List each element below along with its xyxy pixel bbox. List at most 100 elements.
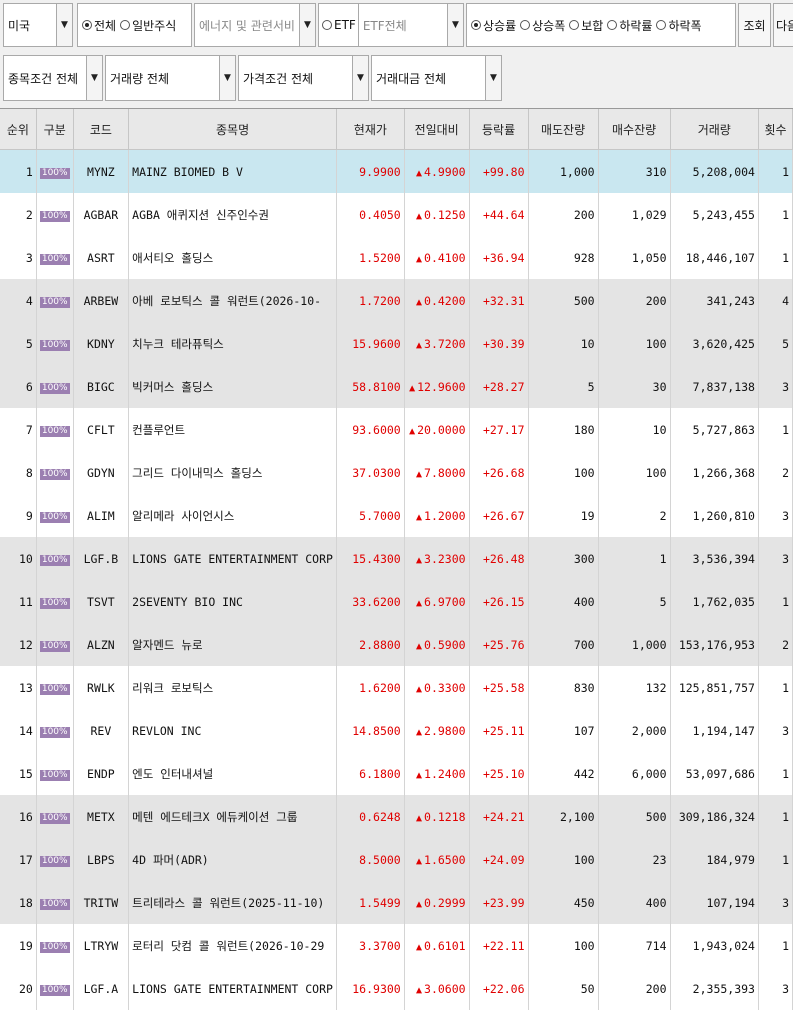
- condition-select[interactable]: 종목조건 전체 ▼: [3, 55, 103, 101]
- name-cell: 치누크 테라퓨틱스: [128, 322, 337, 365]
- bid-cell: 6,000: [598, 752, 671, 795]
- sector-select-placeholder: 에너지 및 관련서비: [199, 18, 295, 33]
- rank-cell: 1: [0, 149, 37, 193]
- market-select[interactable]: 미국 ▼: [3, 3, 73, 47]
- code-cell: TRITW: [73, 881, 130, 924]
- table-row[interactable]: 1 100% MYNZ MAINZ BIOMED B V 9.9900 ▲ 4.9900 +9…: [0, 149, 793, 193]
- col-header-ask[interactable]: 매도잔량: [528, 109, 599, 150]
- table-row[interactable]: 20 100% LGF.A LIONS GATE ENTERTAINMENT CORP…: [0, 967, 793, 1010]
- type-cell: 100%: [36, 838, 74, 881]
- ask-cell: 700: [528, 623, 599, 666]
- radio-sort-rise-rate[interactable]: 상승률: [471, 17, 516, 34]
- type-cell: 100%: [36, 322, 74, 365]
- col-header-bid[interactable]: 매수잔량: [598, 109, 671, 150]
- col-header-volume[interactable]: 거래량: [670, 109, 759, 150]
- etf-select[interactable]: ETF전체 ▼: [357, 4, 463, 46]
- table-row[interactable]: 2 100% AGBAR AGBA 애퀴지션 신주인수권 0.4050 ▲ 0.1250 +4…: [0, 193, 793, 236]
- ask-cell: 500: [528, 279, 599, 322]
- price-select[interactable]: 가격조건 전체 ▼: [238, 55, 369, 101]
- query-button[interactable]: 조회: [738, 3, 771, 47]
- type-cell: 100%: [36, 795, 74, 838]
- radio-sort-fall-rate[interactable]: 하락률: [607, 17, 652, 34]
- type-cell: 100%: [36, 149, 74, 193]
- code-cell: ALIM: [73, 494, 130, 537]
- change-value: 1.2000: [424, 508, 466, 523]
- table-row[interactable]: 13 100% RWLK 리워크 로보틱스 1.6200 ▲ 0.3300 +25.58 830…: [0, 666, 793, 709]
- type-cell: 100%: [36, 537, 74, 580]
- table-row[interactable]: 5 100% KDNY 치누크 테라퓨틱스 15.9600 ▲ 3.7200 +30.39 10…: [0, 322, 793, 365]
- rank-cell: 10: [0, 537, 37, 580]
- chevron-down-icon[interactable]: ▼: [447, 4, 463, 46]
- price-cell: 15.9600: [336, 322, 405, 365]
- chevron-down-icon[interactable]: ▼: [299, 4, 315, 46]
- ask-cell: 107: [528, 709, 599, 752]
- table-row[interactable]: 19 100% LTRYW 로터리 닷컴 콜 워런트(2026-10-29 3.3700…: [0, 924, 793, 967]
- col-header-price[interactable]: 현재가: [336, 109, 405, 150]
- col-header-count[interactable]: 횟수: [758, 109, 793, 150]
- table-row[interactable]: 11 100% TSVT 2SEVENTY BIO INC 33.6200 ▲ 6.9700…: [0, 580, 793, 623]
- table-row[interactable]: 6 100% BIGC 빅커머스 홀딩스 58.8100 ▲ 12.9600 +28.27 5 3…: [0, 365, 793, 408]
- radio-label: 보합: [581, 18, 604, 33]
- chevron-down-icon[interactable]: ▼: [86, 56, 102, 100]
- bid-cell: 100: [598, 451, 671, 494]
- margin-badge: 100%: [39, 641, 70, 652]
- col-header-type[interactable]: 구분: [36, 109, 74, 150]
- radio-etf[interactable]: ETF: [319, 18, 356, 32]
- radio-stock-type-common[interactable]: 일반주식: [120, 17, 176, 34]
- rank-cell: 16: [0, 795, 37, 838]
- rate-cell: +36.94: [469, 236, 529, 279]
- code-cell: LGF.B: [73, 537, 130, 580]
- table-row[interactable]: 3 100% ASRT 애서티오 홀딩스 1.5200 ▲ 0.4100 +36.94 928 1…: [0, 236, 793, 279]
- chevron-down-icon[interactable]: ▼: [56, 4, 72, 46]
- bid-cell: 100: [598, 322, 671, 365]
- col-header-change[interactable]: 전일대비: [404, 109, 470, 150]
- sector-select[interactable]: 에너지 및 관련서비 ▼: [194, 3, 316, 47]
- table-row[interactable]: 12 100% ALZN 알자멘드 뉴로 2.8800 ▲ 0.5900 +25.76 700 1…: [0, 623, 793, 666]
- radio-stock-type-all[interactable]: 전체: [82, 17, 116, 34]
- radio-sort-flat[interactable]: 보합: [569, 17, 603, 34]
- rank-cell: 5: [0, 322, 37, 365]
- table-row[interactable]: 16 100% METX 메텐 에드테크X 에듀케이션 그룹 0.6248 ▲ 0.1218…: [0, 795, 793, 838]
- change-value: 0.2999: [424, 895, 466, 910]
- table-row[interactable]: 18 100% TRITW 트리테라스 콜 워런트(2025-11-10) 1.5499…: [0, 881, 793, 924]
- radio-sort-fall-amount[interactable]: 하락폭: [656, 17, 702, 34]
- up-arrow-icon: ▲: [416, 898, 423, 910]
- type-cell: 100%: [36, 623, 74, 666]
- change-value: 0.1218: [424, 809, 466, 824]
- change-cell: ▲ 7.8000: [404, 451, 470, 494]
- table-row[interactable]: 15 100% ENDP 엔도 인터내셔널 6.1800 ▲ 1.2400 +25.10 442…: [0, 752, 793, 795]
- table-row[interactable]: 4 100% ARBEW 아베 로보틱스 콜 워런트(2026-10- 1.7200 ▲ 0…: [0, 279, 793, 322]
- volume-cell: 184,979: [670, 838, 759, 881]
- table-row[interactable]: 14 100% REV REVLON INC 14.8500 ▲ 2.9800 +25.11 1…: [0, 709, 793, 752]
- col-header-rate[interactable]: 등락률: [469, 109, 529, 150]
- chevron-down-icon[interactable]: ▼: [485, 56, 501, 100]
- col-header-name[interactable]: 종목명: [128, 109, 337, 150]
- next-button[interactable]: 다음: [773, 3, 793, 47]
- code-cell: BIGC: [73, 365, 130, 408]
- name-cell: 빅커머스 홀딩스: [128, 365, 337, 408]
- table-row[interactable]: 8 100% GDYN 그리드 다이내믹스 홀딩스 37.0300 ▲ 7.8000 +26.…: [0, 451, 793, 494]
- chevron-down-icon[interactable]: ▼: [352, 56, 368, 100]
- ask-cell: 200: [528, 193, 599, 236]
- type-cell: 100%: [36, 193, 74, 236]
- rank-cell: 4: [0, 279, 37, 322]
- table-row[interactable]: 10 100% LGF.B LIONS GATE ENTERTAINMENT CORP…: [0, 537, 793, 580]
- table-row[interactable]: 17 100% LBPS 4D 파머(ADR) 8.5000 ▲ 1.6500 +24.09 1…: [0, 838, 793, 881]
- chevron-down-icon[interactable]: ▼: [219, 56, 235, 100]
- volume-cell: 1,194,147: [670, 709, 759, 752]
- table-row[interactable]: 7 100% CFLT 컨플루언트 93.6000 ▲ 20.0000 +27.17 180 10…: [0, 408, 793, 451]
- name-cell: 그리드 다이내믹스 홀딩스: [128, 451, 337, 494]
- amount-select[interactable]: 거래대금 전체 ▼: [371, 55, 502, 101]
- name-cell: 아베 로보틱스 콜 워런트(2026-10-: [128, 279, 337, 322]
- code-cell: RWLK: [73, 666, 130, 709]
- col-header-rank[interactable]: 순위: [0, 109, 37, 150]
- col-header-code[interactable]: 코드: [73, 109, 130, 150]
- bid-cell: 132: [598, 666, 671, 709]
- change-value: 0.4200: [424, 293, 466, 308]
- volume-select[interactable]: 거래량 전체 ▼: [105, 55, 236, 101]
- radio-sort-rise-amount[interactable]: 상승폭: [520, 17, 565, 34]
- ask-cell: 5: [528, 365, 599, 408]
- radio-label: 하락률: [619, 18, 653, 33]
- change-cell: ▲ 0.6101: [404, 924, 470, 967]
- table-row[interactable]: 9 100% ALIM 알리메라 사이언시스 5.7000 ▲ 1.2000 +26.67 19…: [0, 494, 793, 537]
